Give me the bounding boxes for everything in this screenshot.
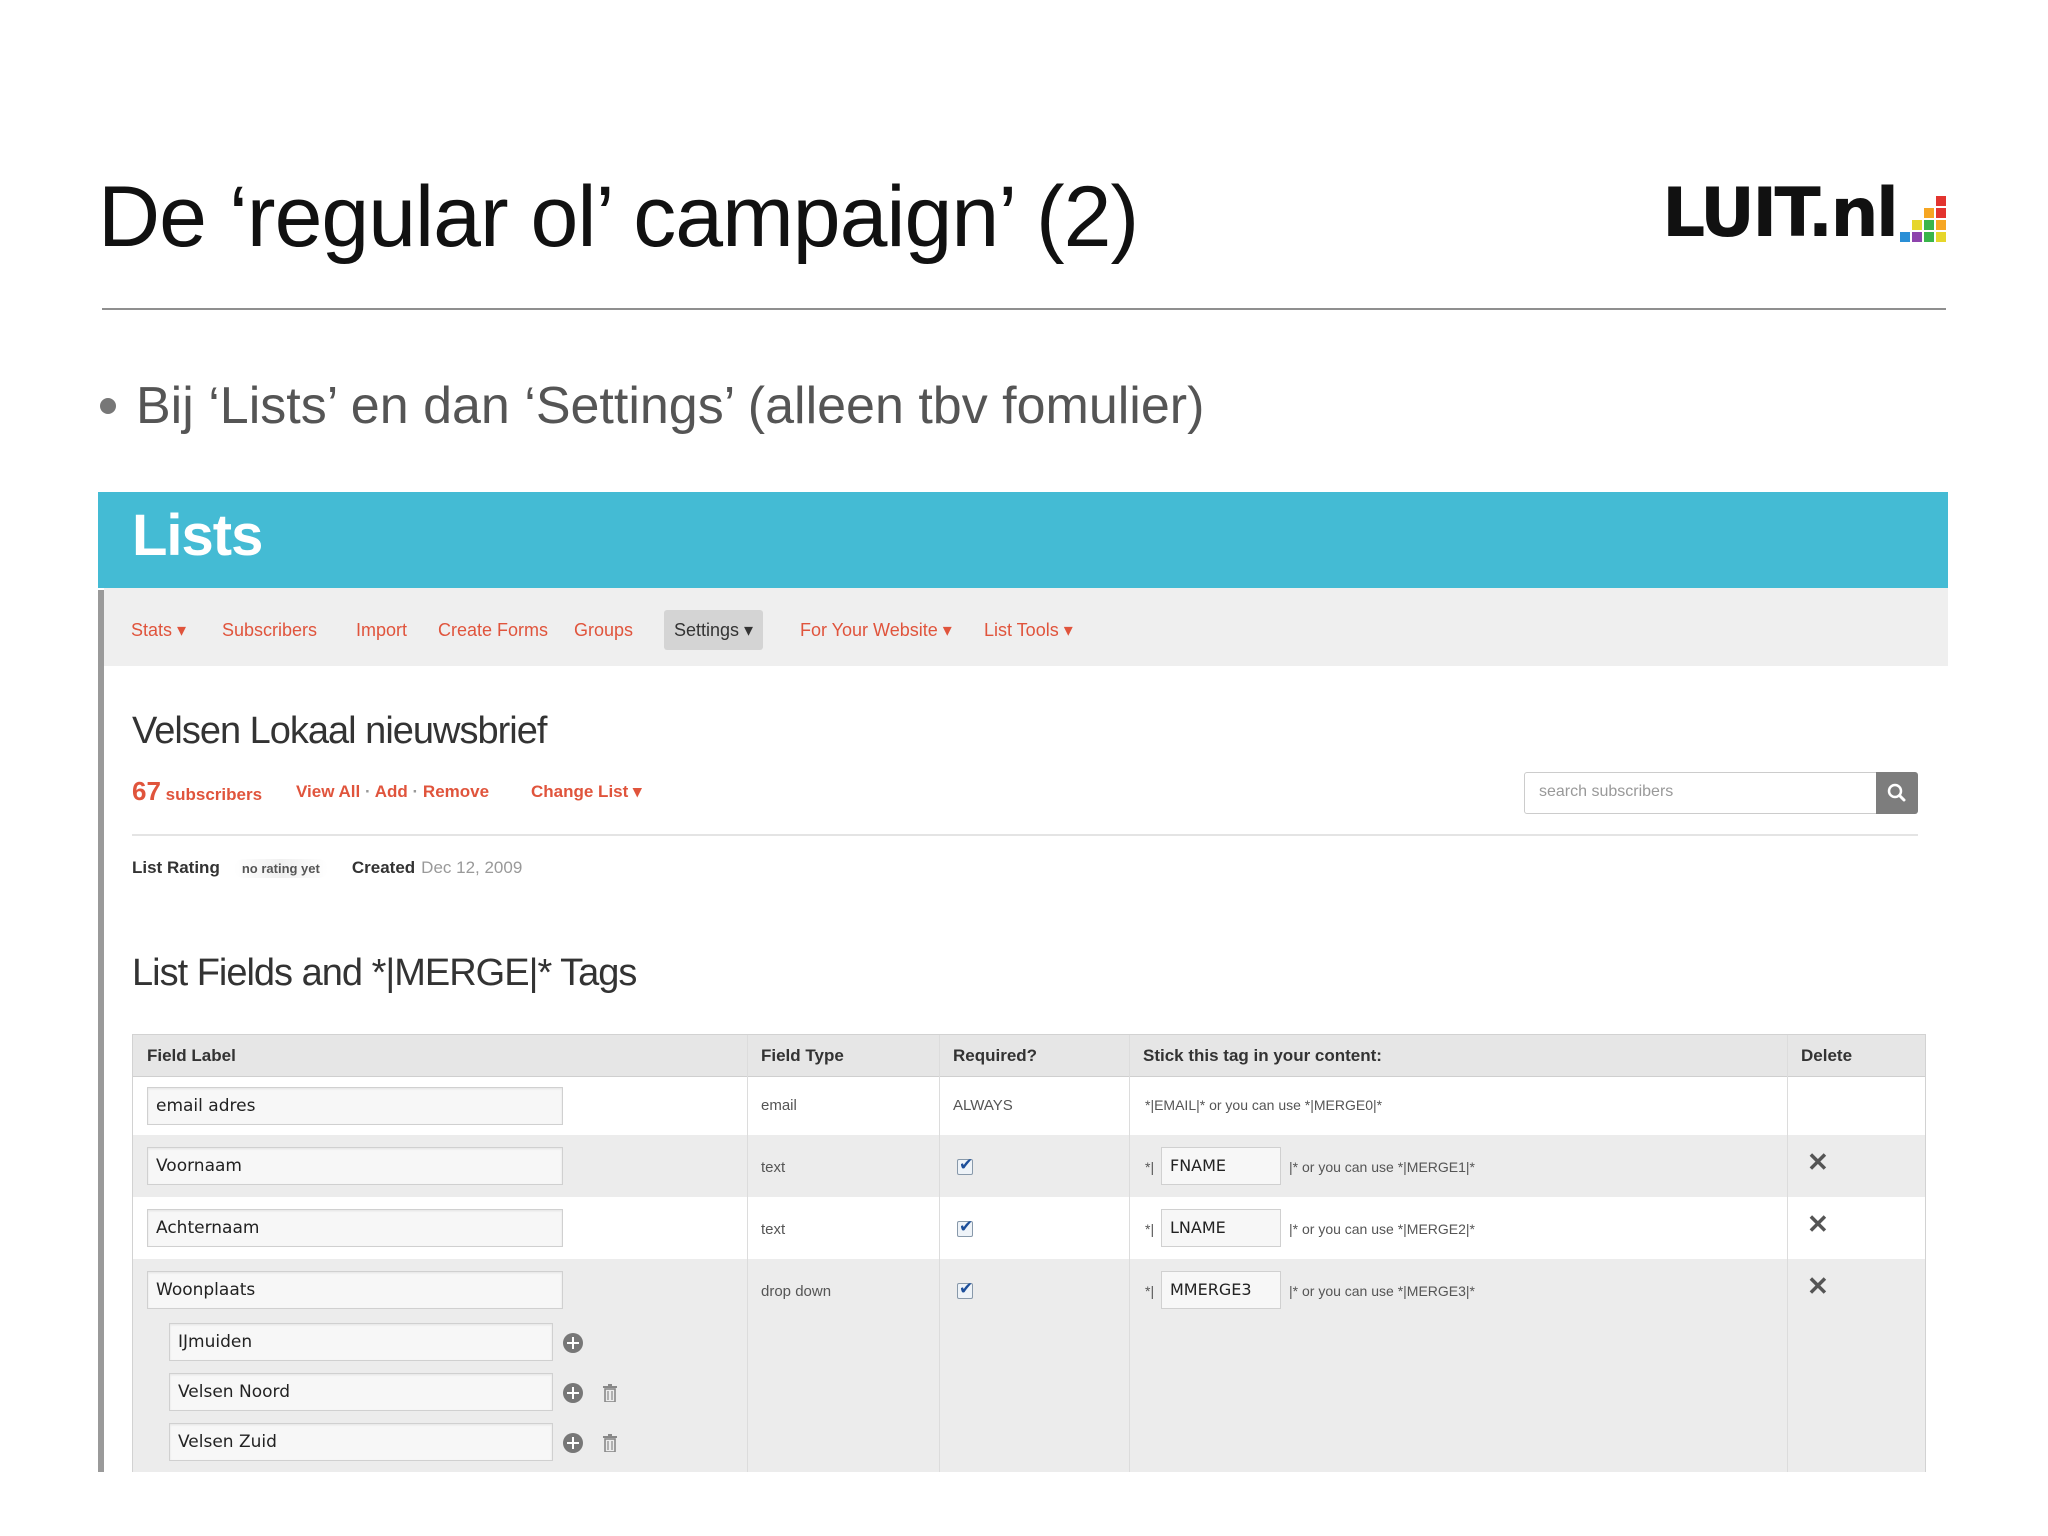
change-list-link[interactable]: Change List ▾ bbox=[531, 782, 642, 802]
nav-settings[interactable]: Settings ▾ bbox=[664, 610, 764, 650]
list-rating-label: List Rating bbox=[132, 858, 220, 877]
merge-tag-input[interactable]: MMERGE3 bbox=[1161, 1271, 1281, 1309]
search-button[interactable] bbox=[1876, 772, 1918, 814]
required-checkbox[interactable] bbox=[957, 1155, 973, 1175]
title-divider bbox=[102, 308, 1946, 310]
merge-tag-suffix: |* or you can use *|MERGE1|* bbox=[1289, 1159, 1475, 1175]
required-always-text: ALWAYS bbox=[953, 1097, 1013, 1114]
logo-text: LUIT.nl bbox=[1662, 174, 1899, 253]
add-option-icon[interactable] bbox=[563, 1383, 583, 1403]
trash-icon[interactable] bbox=[603, 1434, 617, 1452]
bullet-item: Bij ‘Lists’ en dan ‘Settings’ (alleen tb… bbox=[100, 376, 1204, 436]
field-type-text: text bbox=[761, 1159, 786, 1176]
page-left-border bbox=[98, 590, 104, 1472]
subscriber-count[interactable]: 67 subscribers bbox=[132, 776, 262, 807]
lists-header: Lists bbox=[98, 492, 1948, 588]
list-name-heading: Velsen Lokaal nieuwsbrief bbox=[132, 710, 547, 752]
field-label-input[interactable]: Woonplaats bbox=[147, 1271, 563, 1309]
list-rating-stars: no rating yet bbox=[233, 858, 328, 878]
list-fields-heading: List Fields and *|MERGE|* Tags bbox=[132, 952, 637, 994]
merge-fields-table: Field Label Field Type Required? Stick t… bbox=[132, 1034, 1926, 1472]
luit-logo: LUIT.nl bbox=[1662, 174, 1947, 253]
search-subscribers-input[interactable]: search subscribers bbox=[1524, 772, 1878, 814]
required-checkbox[interactable] bbox=[957, 1217, 973, 1237]
subscriber-actions: View All · Add · Remove bbox=[296, 782, 490, 801]
trash-icon[interactable] bbox=[603, 1384, 617, 1402]
lists-nav-bar: Stats ▾ Subscribers Import Create Forms … bbox=[104, 588, 1948, 666]
subscriber-count-number: 67 bbox=[132, 776, 161, 806]
field-type-text: email bbox=[761, 1097, 797, 1114]
lists-header-title: Lists bbox=[132, 503, 263, 568]
header-divider bbox=[132, 834, 1918, 836]
dropdown-option-input[interactable]: Velsen Noord bbox=[169, 1373, 553, 1411]
dropdown-option-input[interactable]: IJmuiden bbox=[169, 1323, 553, 1361]
header-field-label: Field Label bbox=[147, 1046, 236, 1065]
merge-tag-input[interactable]: FNAME bbox=[1161, 1147, 1281, 1185]
header-merge-tag: Stick this tag in your content: bbox=[1143, 1046, 1382, 1065]
header-field-type: Field Type bbox=[761, 1046, 844, 1065]
bullet-text: Bij ‘Lists’ en dan ‘Settings’ (alleen tb… bbox=[136, 377, 1205, 435]
mailchimp-lists-screenshot: Lists Stats ▾ Subscribers Import Create … bbox=[98, 492, 1948, 1472]
merge-tag-prefix: *| bbox=[1145, 1159, 1155, 1175]
merge-tag-text: *|EMAIL|* or you can use *|MERGE0|* bbox=[1145, 1097, 1383, 1113]
delete-field-icon[interactable]: ✕ bbox=[1807, 1271, 1829, 1302]
delete-field-icon[interactable]: ✕ bbox=[1807, 1209, 1829, 1240]
field-type-text: drop down bbox=[761, 1283, 832, 1300]
presentation-slide: De ‘regular ol’ campaign’ (2) LUIT.nl Bi… bbox=[0, 0, 2048, 1536]
header-required: Required? bbox=[953, 1046, 1038, 1065]
nav-import[interactable]: Import bbox=[356, 610, 407, 650]
required-checkbox[interactable] bbox=[957, 1279, 973, 1299]
nav-groups[interactable]: Groups bbox=[574, 610, 633, 650]
nav-subscribers[interactable]: Subscribers bbox=[222, 610, 317, 650]
add-option-icon[interactable] bbox=[563, 1333, 583, 1353]
remove-link[interactable]: Remove bbox=[423, 782, 489, 801]
field-label-input[interactable]: Achternaam bbox=[147, 1209, 563, 1247]
nav-list-tools[interactable]: List Tools ▾ bbox=[984, 610, 1073, 650]
subscriber-count-label: subscribers bbox=[165, 785, 263, 804]
field-label-input[interactable]: Voornaam bbox=[147, 1147, 563, 1185]
created-date: Dec 12, 2009 bbox=[421, 858, 523, 877]
dropdown-option-input[interactable]: Velsen Zuid bbox=[169, 1423, 553, 1461]
merge-tag-suffix: |* or you can use *|MERGE3|* bbox=[1289, 1283, 1475, 1299]
field-type-text: text bbox=[761, 1221, 786, 1238]
created-label: Created bbox=[351, 858, 416, 877]
logo-bars-icon bbox=[1900, 196, 1947, 242]
view-all-link[interactable]: View All bbox=[296, 782, 360, 801]
nav-stats[interactable]: Stats ▾ bbox=[131, 610, 186, 650]
add-option-icon[interactable] bbox=[563, 1433, 583, 1453]
nav-for-your-website[interactable]: For Your Website ▾ bbox=[800, 610, 952, 650]
search-icon bbox=[1887, 783, 1906, 802]
list-rating-row: List Rating no rating yet Created Dec 12… bbox=[132, 858, 522, 878]
merge-tag-prefix: *| bbox=[1145, 1283, 1155, 1299]
slide-title: De ‘regular ol’ campaign’ (2) bbox=[98, 169, 1139, 265]
delete-field-icon[interactable]: ✕ bbox=[1807, 1147, 1829, 1178]
add-link[interactable]: Add bbox=[375, 782, 408, 801]
header-delete: Delete bbox=[1801, 1046, 1853, 1065]
merge-tag-input[interactable]: LNAME bbox=[1161, 1209, 1281, 1247]
bullet-dot-icon bbox=[100, 398, 116, 414]
merge-tag-suffix: |* or you can use *|MERGE2|* bbox=[1289, 1221, 1475, 1237]
merge-tag-prefix: *| bbox=[1145, 1221, 1155, 1237]
nav-create-forms[interactable]: Create Forms bbox=[438, 610, 548, 650]
field-label-input[interactable]: email adres bbox=[147, 1087, 563, 1125]
